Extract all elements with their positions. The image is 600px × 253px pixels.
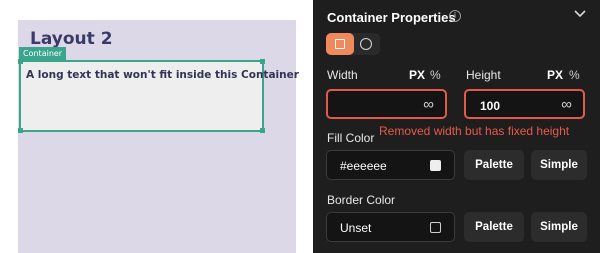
height-label: Height (466, 68, 501, 82)
panel-title: Container Properties (327, 10, 456, 25)
width-infinity-icon[interactable]: ∞ (423, 96, 434, 113)
width-input[interactable]: ∞ (326, 89, 447, 119)
fill-palette-button[interactable]: Palette (464, 150, 524, 180)
error-message: Removed width but has fixed height (379, 124, 570, 138)
width-unit-percent[interactable]: % (430, 68, 441, 82)
width-label: Width (327, 68, 358, 82)
container-text: A long text that won't fit inside this C… (26, 69, 299, 81)
fill-color-label: Fill Color (327, 131, 375, 145)
fill-color-swatch[interactable] (430, 160, 441, 171)
container-tag: Container (19, 47, 67, 60)
border-simple-button[interactable]: Simple (531, 212, 587, 242)
height-unit-px[interactable]: PX (547, 68, 563, 82)
square-shape-button[interactable] (326, 33, 354, 55)
resize-handle-bottom-right[interactable] (260, 128, 265, 133)
width-unit-px[interactable]: PX (409, 68, 425, 82)
height-input[interactable]: 100 ∞ (464, 89, 585, 119)
resize-handle-top-right[interactable] (260, 59, 265, 64)
selected-container[interactable]: A long text that won't fit inside this C… (18, 59, 299, 133)
border-color-label: Border Color (327, 193, 396, 207)
resize-handle-bottom-left[interactable] (18, 128, 23, 133)
border-color-input[interactable]: Unset (326, 212, 455, 242)
chevron-down-icon[interactable] (573, 7, 587, 21)
height-unit-percent[interactable]: % (569, 68, 580, 82)
fill-color-input[interactable]: #eeeeee (326, 150, 455, 180)
height-value: 100 (480, 99, 501, 113)
artboard-title: Layout 2 (30, 29, 113, 49)
border-color-swatch[interactable] (430, 222, 441, 233)
fill-color-value: #eeeeee (340, 159, 387, 173)
border-palette-button[interactable]: Palette (464, 212, 524, 242)
circle-shape-button[interactable] (360, 38, 372, 50)
height-infinity-icon[interactable]: ∞ (561, 96, 572, 113)
border-color-value: Unset (340, 221, 372, 235)
info-icon[interactable]: i (449, 10, 461, 22)
resize-handle-top-left[interactable] (18, 59, 23, 64)
shape-toggle (326, 33, 380, 55)
fill-simple-button[interactable]: Simple (531, 150, 587, 180)
properties-panel: Container Properties i Width PX % ∞ Heig… (313, 0, 600, 253)
